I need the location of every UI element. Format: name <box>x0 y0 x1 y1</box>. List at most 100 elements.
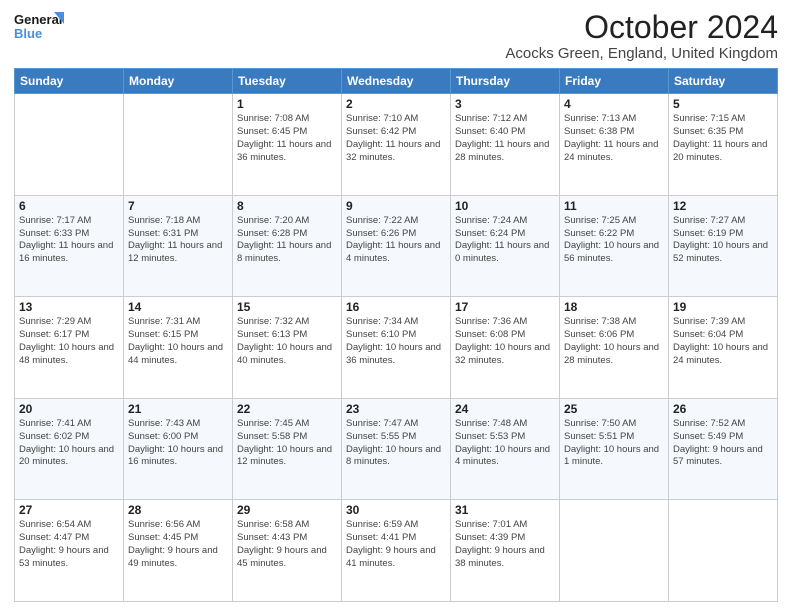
col-header-thursday: Thursday <box>451 69 560 94</box>
main-title: October 2024 <box>505 10 778 45</box>
day-info: Sunrise: 6:58 AM Sunset: 4:43 PM Dayligh… <box>237 519 337 570</box>
day-info: Sunrise: 7:01 AM Sunset: 4:39 PM Dayligh… <box>455 519 555 570</box>
day-number: 20 <box>19 402 119 416</box>
cell-week2-day4: 17 Sunrise: 7:36 AM Sunset: 6:08 PM Dayli… <box>451 297 560 399</box>
cell-week3-day2: 22 Sunrise: 7:45 AM Sunset: 5:58 PM Dayli… <box>233 398 342 500</box>
day-number: 28 <box>128 503 228 517</box>
day-info: Sunrise: 7:32 AM Sunset: 6:13 PM Dayligh… <box>237 316 337 367</box>
day-info: Sunrise: 7:38 AM Sunset: 6:06 PM Dayligh… <box>564 316 664 367</box>
col-header-saturday: Saturday <box>669 69 778 94</box>
day-info: Sunrise: 7:34 AM Sunset: 6:10 PM Dayligh… <box>346 316 446 367</box>
cell-week0-day2: 1 Sunrise: 7:08 AM Sunset: 6:45 PM Daylig… <box>233 94 342 196</box>
day-number: 8 <box>237 199 337 213</box>
svg-text:Blue: Blue <box>14 26 42 41</box>
cell-week1-day2: 8 Sunrise: 7:20 AM Sunset: 6:28 PM Daylig… <box>233 195 342 297</box>
page: General Blue October 2024 Acocks Green, … <box>0 0 792 612</box>
day-number: 29 <box>237 503 337 517</box>
title-block: October 2024 Acocks Green, England, Unit… <box>505 10 778 62</box>
cell-week4-day0: 27Sunrise: 6:54 AM Sunset: 4:47 PM Dayli… <box>15 500 124 602</box>
day-info: Sunrise: 7:29 AM Sunset: 6:17 PM Dayligh… <box>19 316 119 367</box>
day-number: 4 <box>564 97 664 111</box>
svg-text:General: General <box>14 12 62 27</box>
day-info: Sunrise: 7:36 AM Sunset: 6:08 PM Dayligh… <box>455 316 555 367</box>
cell-week1-day5: 11 Sunrise: 7:25 AM Sunset: 6:22 PM Dayli… <box>560 195 669 297</box>
day-number: 12 <box>673 199 773 213</box>
day-number: 16 <box>346 300 446 314</box>
day-number: 27 <box>19 503 119 517</box>
day-number: 10 <box>455 199 555 213</box>
cell-week3-day0: 20Sunrise: 7:41 AM Sunset: 6:02 PM Dayli… <box>15 398 124 500</box>
day-info: Sunrise: 7:50 AM Sunset: 5:51 PM Dayligh… <box>564 418 664 469</box>
day-number: 30 <box>346 503 446 517</box>
day-number: 2 <box>346 97 446 111</box>
day-info: Sunrise: 7:12 AM Sunset: 6:40 PM Dayligh… <box>455 113 555 164</box>
day-number: 9 <box>346 199 446 213</box>
cell-week0-day4: 3 Sunrise: 7:12 AM Sunset: 6:40 PM Daylig… <box>451 94 560 196</box>
cell-week2-day1: 14Sunrise: 7:31 AM Sunset: 6:15 PM Dayli… <box>124 297 233 399</box>
day-info: Sunrise: 7:10 AM Sunset: 6:42 PM Dayligh… <box>346 113 446 164</box>
cell-week1-day3: 9Sunrise: 7:22 AM Sunset: 6:26 PM Daylig… <box>342 195 451 297</box>
day-info: Sunrise: 7:15 AM Sunset: 6:35 PM Dayligh… <box>673 113 773 164</box>
cell-week1-day0: 6 Sunrise: 7:17 AM Sunset: 6:33 PM Daylig… <box>15 195 124 297</box>
day-number: 31 <box>455 503 555 517</box>
day-info: Sunrise: 7:25 AM Sunset: 6:22 PM Dayligh… <box>564 215 664 266</box>
cell-week1-day1: 7 Sunrise: 7:18 AM Sunset: 6:31 PM Daylig… <box>124 195 233 297</box>
day-info: Sunrise: 6:56 AM Sunset: 4:45 PM Dayligh… <box>128 519 228 570</box>
day-info: Sunrise: 7:24 AM Sunset: 6:24 PM Dayligh… <box>455 215 555 266</box>
day-info: Sunrise: 7:48 AM Sunset: 5:53 PM Dayligh… <box>455 418 555 469</box>
subtitle: Acocks Green, England, United Kingdom <box>505 45 778 62</box>
header: General Blue October 2024 Acocks Green, … <box>14 10 778 62</box>
day-number: 7 <box>128 199 228 213</box>
day-info: Sunrise: 7:39 AM Sunset: 6:04 PM Dayligh… <box>673 316 773 367</box>
cell-week2-day0: 13 Sunrise: 7:29 AM Sunset: 6:17 PM Dayli… <box>15 297 124 399</box>
cell-week0-day5: 4 Sunrise: 7:13 AM Sunset: 6:38 PM Daylig… <box>560 94 669 196</box>
col-header-tuesday: Tuesday <box>233 69 342 94</box>
cell-week4-day1: 28 Sunrise: 6:56 AM Sunset: 4:45 PM Dayli… <box>124 500 233 602</box>
cell-week4-day2: 29 Sunrise: 6:58 AM Sunset: 4:43 PM Dayli… <box>233 500 342 602</box>
cell-week4-day5 <box>560 500 669 602</box>
day-number: 25 <box>564 402 664 416</box>
cell-week0-day6: 5 Sunrise: 7:15 AM Sunset: 6:35 PM Daylig… <box>669 94 778 196</box>
day-number: 19 <box>673 300 773 314</box>
day-info: Sunrise: 7:20 AM Sunset: 6:28 PM Dayligh… <box>237 215 337 266</box>
day-number: 26 <box>673 402 773 416</box>
cell-week3-day3: 23Sunrise: 7:47 AM Sunset: 5:55 PM Dayli… <box>342 398 451 500</box>
day-number: 6 <box>19 199 119 213</box>
day-number: 15 <box>237 300 337 314</box>
logo: General Blue <box>14 10 64 42</box>
calendar-table: SundayMondayTuesdayWednesdayThursdayFrid… <box>14 68 778 602</box>
day-info: Sunrise: 7:43 AM Sunset: 6:00 PM Dayligh… <box>128 418 228 469</box>
cell-week2-day5: 18 Sunrise: 7:38 AM Sunset: 6:06 PM Dayli… <box>560 297 669 399</box>
day-info: Sunrise: 7:31 AM Sunset: 6:15 PM Dayligh… <box>128 316 228 367</box>
cell-week0-day1 <box>124 94 233 196</box>
day-number: 24 <box>455 402 555 416</box>
day-info: Sunrise: 7:47 AM Sunset: 5:55 PM Dayligh… <box>346 418 446 469</box>
day-info: Sunrise: 7:45 AM Sunset: 5:58 PM Dayligh… <box>237 418 337 469</box>
logo-svg: General Blue <box>14 10 64 42</box>
day-number: 1 <box>237 97 337 111</box>
cell-week3-day6: 26 Sunrise: 7:52 AM Sunset: 5:49 PM Dayli… <box>669 398 778 500</box>
day-info: Sunrise: 7:17 AM Sunset: 6:33 PM Dayligh… <box>19 215 119 266</box>
day-number: 18 <box>564 300 664 314</box>
cell-week2-day6: 19 Sunrise: 7:39 AM Sunset: 6:04 PM Dayli… <box>669 297 778 399</box>
col-header-friday: Friday <box>560 69 669 94</box>
day-number: 22 <box>237 402 337 416</box>
day-info: Sunrise: 7:18 AM Sunset: 6:31 PM Dayligh… <box>128 215 228 266</box>
cell-week2-day2: 15 Sunrise: 7:32 AM Sunset: 6:13 PM Dayli… <box>233 297 342 399</box>
cell-week3-day1: 21Sunrise: 7:43 AM Sunset: 6:00 PM Dayli… <box>124 398 233 500</box>
day-number: 17 <box>455 300 555 314</box>
cell-week4-day6 <box>669 500 778 602</box>
cell-week3-day5: 25 Sunrise: 7:50 AM Sunset: 5:51 PM Dayli… <box>560 398 669 500</box>
day-info: Sunrise: 7:13 AM Sunset: 6:38 PM Dayligh… <box>564 113 664 164</box>
day-number: 3 <box>455 97 555 111</box>
day-number: 5 <box>673 97 773 111</box>
day-info: Sunrise: 7:52 AM Sunset: 5:49 PM Dayligh… <box>673 418 773 469</box>
cell-week4-day3: 30Sunrise: 6:59 AM Sunset: 4:41 PM Dayli… <box>342 500 451 602</box>
day-info: Sunrise: 7:08 AM Sunset: 6:45 PM Dayligh… <box>237 113 337 164</box>
day-number: 13 <box>19 300 119 314</box>
cell-week0-day0 <box>15 94 124 196</box>
cell-week0-day3: 2 Sunrise: 7:10 AM Sunset: 6:42 PM Daylig… <box>342 94 451 196</box>
cell-week1-day4: 10 Sunrise: 7:24 AM Sunset: 6:24 PM Dayli… <box>451 195 560 297</box>
day-number: 11 <box>564 199 664 213</box>
cell-week2-day3: 16 Sunrise: 7:34 AM Sunset: 6:10 PM Dayli… <box>342 297 451 399</box>
